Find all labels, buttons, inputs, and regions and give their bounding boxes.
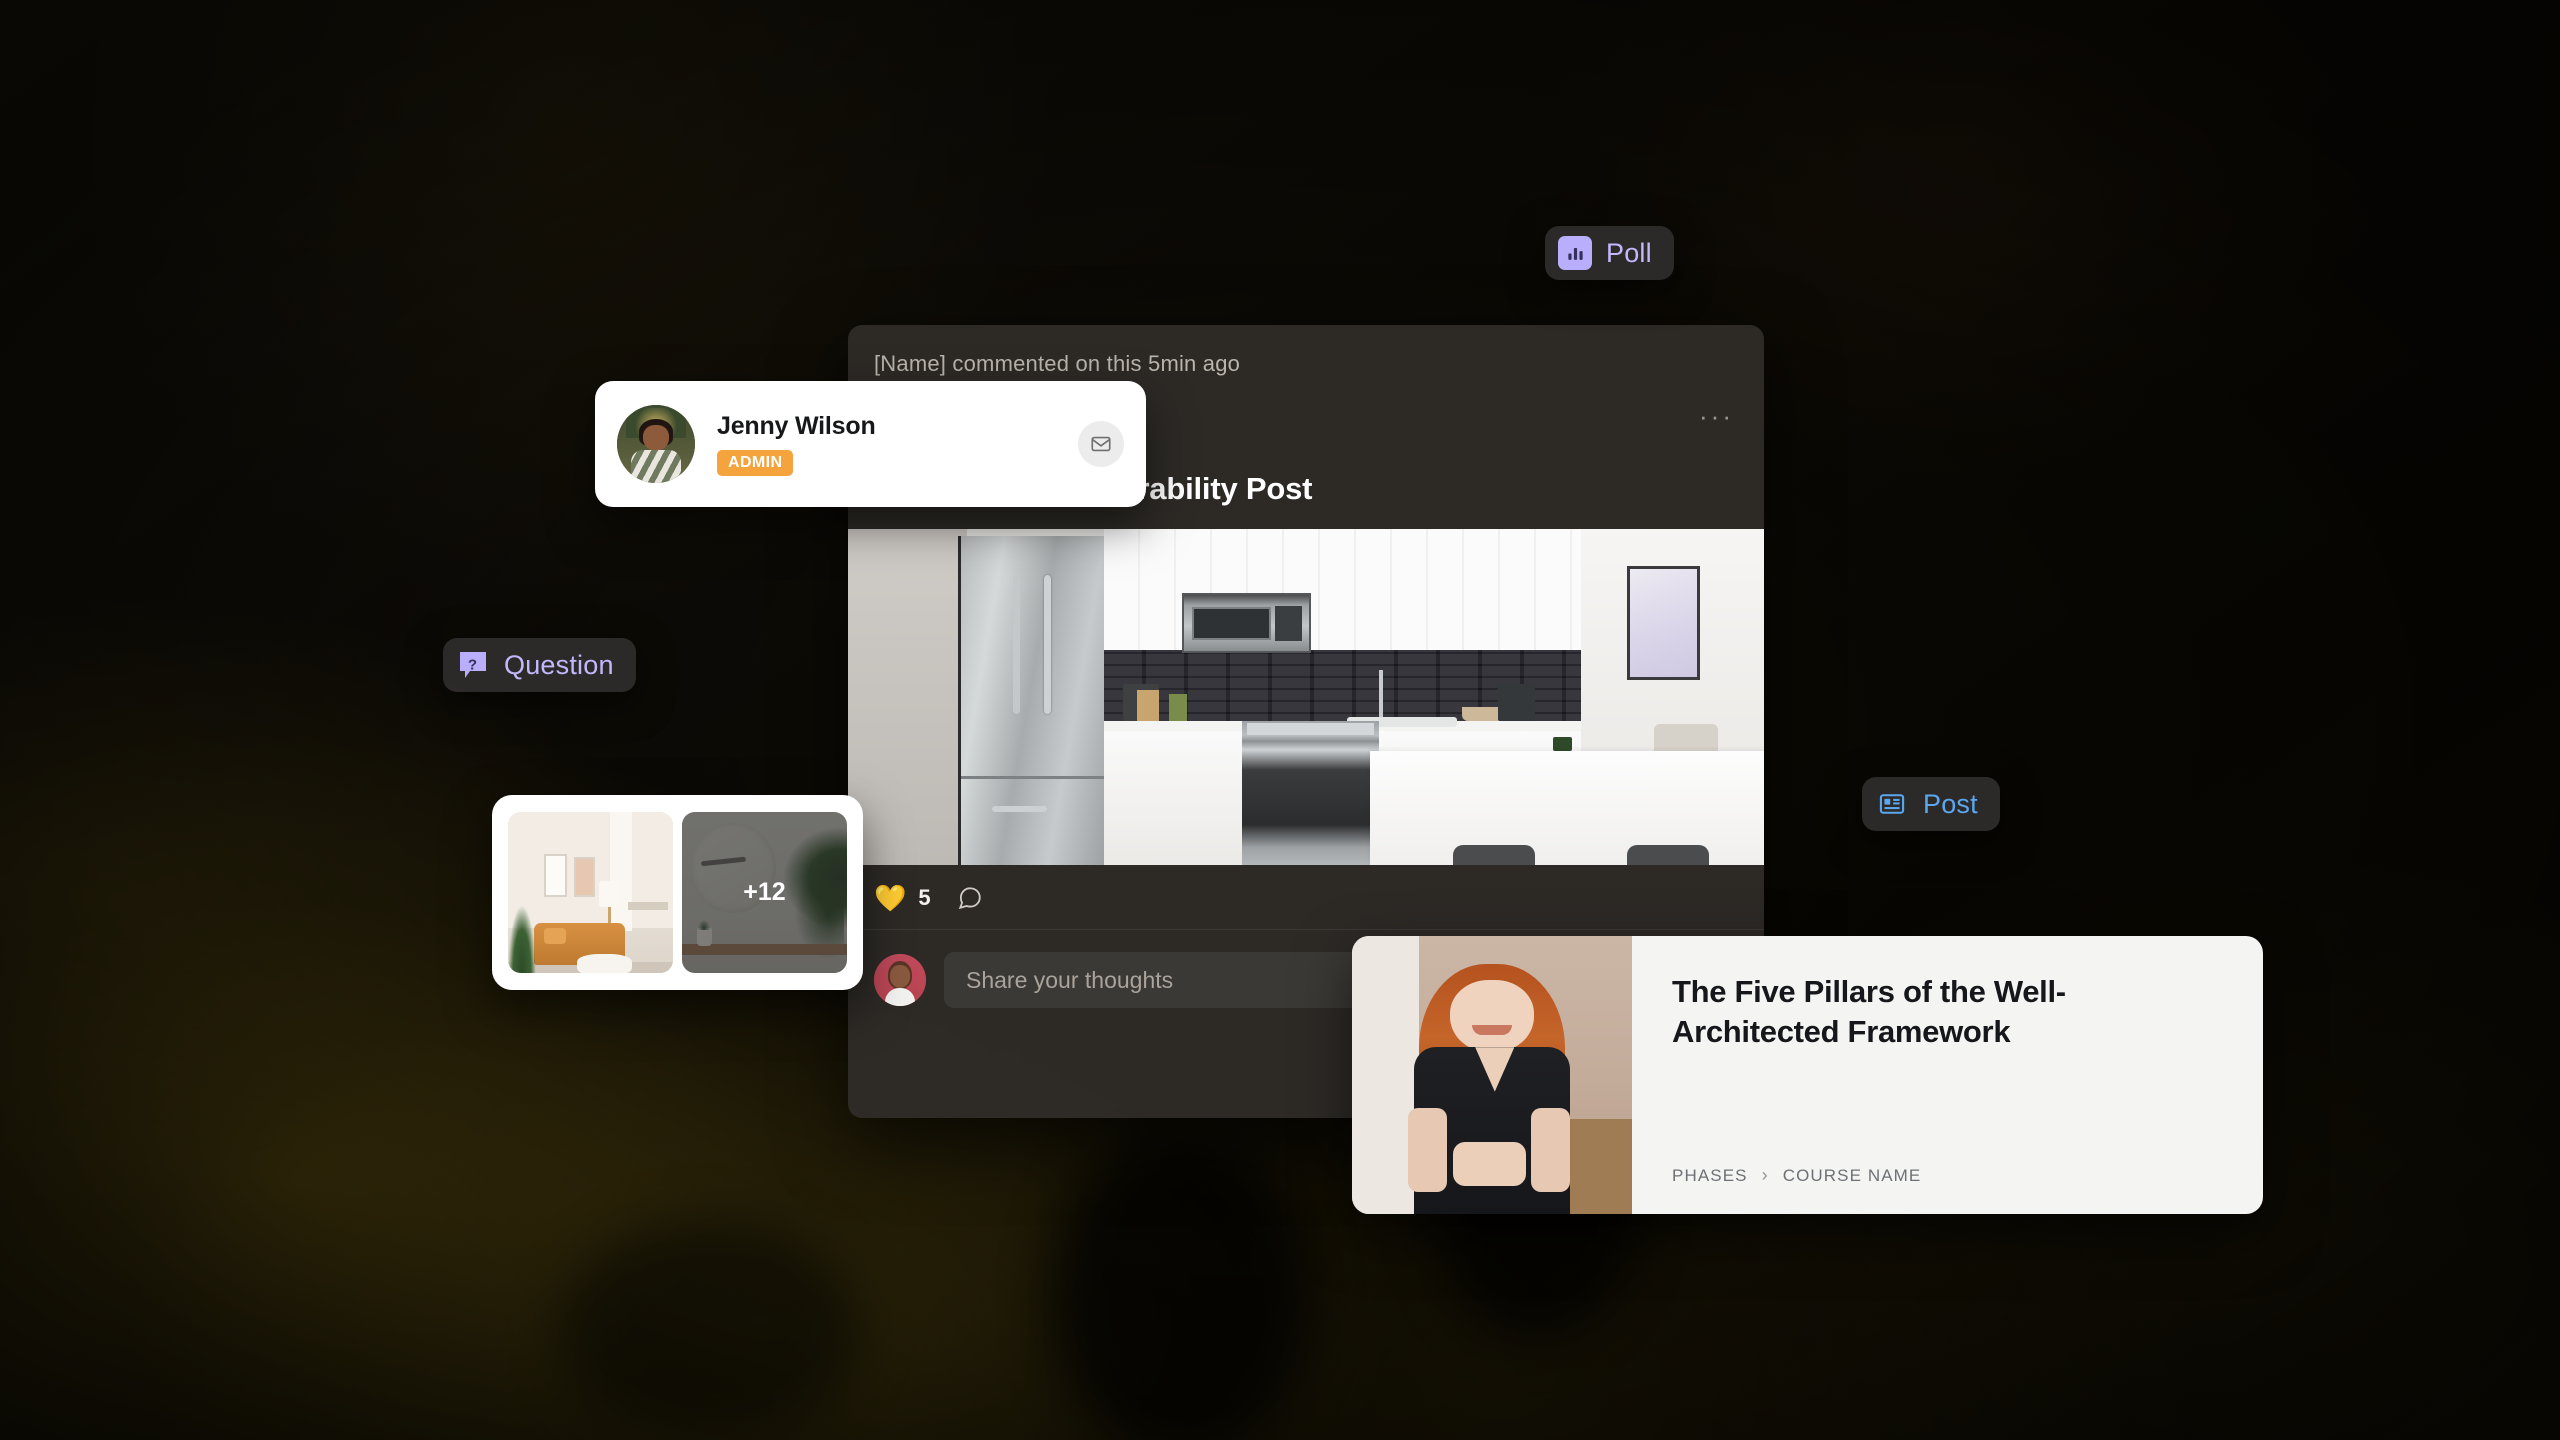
mail-button[interactable]	[1078, 421, 1124, 467]
profile-name: Jenny Wilson	[717, 412, 876, 440]
gallery-overflow-count: +12	[682, 812, 847, 973]
question-chip[interactable]: ? Question	[443, 638, 636, 692]
breadcrumb-item-course-name[interactable]: COURSE NAME	[1783, 1166, 1922, 1186]
post-more-menu-icon[interactable]: ···	[1699, 403, 1734, 429]
bar-chart-icon	[1558, 236, 1592, 270]
post-reaction-row: 💛 5	[848, 865, 1764, 929]
yellow-heart-icon: 💛	[874, 883, 907, 913]
presenter-photo	[1352, 936, 1632, 1214]
profile-card[interactable]: Jenny Wilson ADMIN	[595, 381, 1146, 507]
avatar	[617, 405, 695, 483]
breadcrumb-item-phases[interactable]: PHASES	[1672, 1166, 1748, 1186]
post-activity-line: [Name] commented on this 5min ago	[874, 351, 1241, 376]
gallery-thumbnail-overflow[interactable]: +12	[682, 812, 847, 973]
course-thumbnail	[1352, 936, 1632, 1214]
status-badge: ADMIN	[717, 450, 794, 476]
svg-text:?: ?	[468, 656, 477, 673]
comment-input-placeholder: Share your thoughts	[966, 966, 1174, 993]
reaction-count: 5	[918, 885, 931, 910]
gallery-thumbnail[interactable]	[508, 812, 673, 973]
mail-icon	[1090, 433, 1112, 455]
course-body: The Five Pillars of the Well-Architected…	[1632, 936, 2263, 1214]
poll-chip-label: Poll	[1606, 237, 1652, 268]
question-bubble-icon: ?	[456, 648, 490, 682]
course-title: The Five Pillars of the Well-Architected…	[1672, 974, 2066, 1049]
comment-bubble-icon[interactable]	[957, 885, 983, 911]
poll-chip[interactable]: Poll	[1545, 226, 1674, 280]
chevron-right-icon: ›	[1761, 1165, 1769, 1185]
breadcrumb: PHASES › COURSE NAME	[1672, 1165, 2223, 1186]
course-card[interactable]: The Five Pillars of the Well-Architected…	[1352, 936, 2263, 1214]
living-room-photo	[508, 812, 673, 973]
post-media-image[interactable]	[848, 529, 1764, 865]
profile-info: Jenny Wilson ADMIN	[695, 412, 1078, 476]
like-reaction[interactable]: 💛 5	[874, 885, 931, 911]
commenter-avatar[interactable]	[874, 954, 926, 1006]
image-gallery-card[interactable]: +12	[492, 795, 863, 990]
question-chip-label: Question	[504, 649, 614, 680]
kitchen-photo	[848, 529, 1764, 865]
article-icon	[1875, 787, 1909, 821]
post-chip[interactable]: Post	[1862, 777, 2000, 831]
post-chip-label: Post	[1923, 788, 1978, 819]
